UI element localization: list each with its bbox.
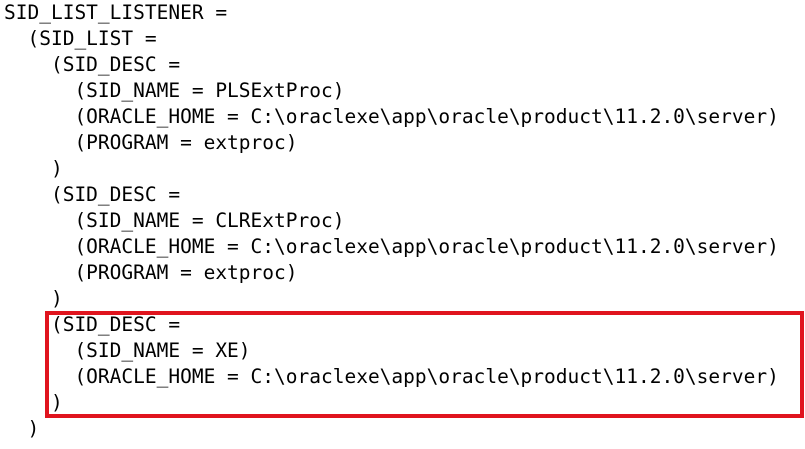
highlight-box-xe-sid-desc [45,311,804,418]
code-line: (SID_DESC = [4,183,181,206]
code-line: ) [4,417,40,440]
code-line: (PROGRAM = extproc) [4,131,298,154]
code-line: (SID_DESC = [4,53,181,76]
code-line: (ORACLE_HOME = C:\oraclexe\app\oracle\pr… [4,105,779,128]
code-line: (ORACLE_HOME = C:\oraclexe\app\oracle\pr… [4,235,779,258]
code-line: (SID_NAME = CLRExtProc) [4,209,345,232]
code-line: (PROGRAM = extproc) [4,261,298,284]
code-line: SID_LIST_LISTENER = [4,1,228,24]
code-line: ) [4,157,63,180]
code-line: (SID_NAME = PLSExtProc) [4,79,345,102]
code-line: (SID_LIST = [4,27,157,50]
listener-config-code: SID_LIST_LISTENER = (SID_LIST = (SID_DES… [0,0,805,449]
code-line: ) [4,287,63,310]
